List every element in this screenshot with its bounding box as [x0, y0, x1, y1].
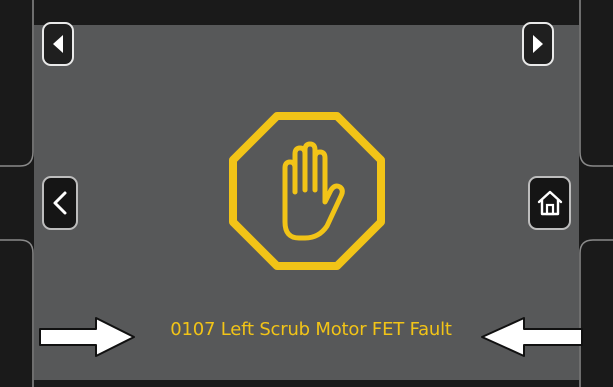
- right-triangle-icon: [533, 35, 543, 53]
- fault-message: 0107 Left Scrub Motor FET Fault: [170, 319, 452, 340]
- home-button[interactable]: [528, 176, 571, 230]
- home-icon: [537, 190, 562, 216]
- back-button[interactable]: [42, 176, 78, 230]
- stop-hand-octagon-icon: [229, 112, 385, 270]
- arrow-left-callout: [481, 317, 583, 357]
- next-button[interactable]: [522, 22, 554, 66]
- previous-button[interactable]: [42, 22, 74, 66]
- left-triangle-icon: [53, 35, 63, 53]
- arrow-right-callout: [39, 317, 135, 357]
- chevron-left-icon: [53, 191, 67, 215]
- page: 0107 Left Scrub Motor FET Fault: [0, 0, 613, 387]
